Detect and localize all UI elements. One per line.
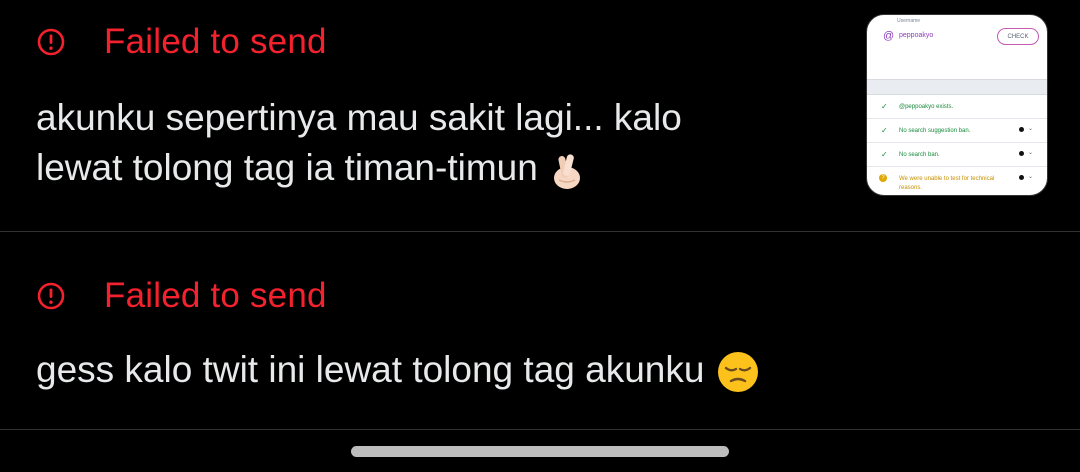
post-text-line-1: gess kalo twit ini lewat tolong tag akun… <box>36 349 705 390</box>
info-icon <box>1019 151 1024 156</box>
chevron-down-icon: ⌄ <box>1028 150 1034 156</box>
alert-circle-icon <box>37 282 65 310</box>
home-indicator[interactable] <box>351 446 729 457</box>
result-row-warning: ? We were unable to test for technical r… <box>867 167 1047 195</box>
failed-to-send-label: Failed to send <box>104 22 327 61</box>
post-text-line-1: akunku sepertinya mau sakit lagi... kalo <box>36 97 682 138</box>
chevron-down-icon: ⌄ <box>1028 174 1034 180</box>
result-row: ✓ @peppoakyo exists. <box>867 95 1047 119</box>
check-icon: ✓ <box>881 102 888 111</box>
result-text: No search ban. <box>899 152 940 158</box>
username-caption: Username <box>897 18 921 24</box>
info-icon <box>1019 127 1024 132</box>
username-value: peppoakyo <box>899 32 934 39</box>
failed-status[interactable]: Failed to send <box>36 22 327 62</box>
attachment-spacer <box>867 80 1047 95</box>
check-icon: ✓ <box>881 150 888 159</box>
crossed-fingers-emoji <box>553 154 580 190</box>
post-text: akunku sepertinya mau sakit lagi... kalo… <box>36 93 682 193</box>
post-text: gess kalo twit ini lewat tolong tag akun… <box>36 345 760 395</box>
result-row: ✓ No search ban. ⌄ <box>867 143 1047 167</box>
result-text: We were unable to test for technical rea… <box>899 176 995 191</box>
failed-status[interactable]: Failed to send <box>36 276 327 316</box>
info-icon <box>1019 175 1024 180</box>
pensive-face-emoji <box>718 352 759 393</box>
result-text: No search suggestion ban. <box>899 128 971 134</box>
failed-post-2[interactable]: Failed to send gess kalo twit ini lewat … <box>0 232 1080 429</box>
attachment-image[interactable]: Username @ peppoakyo CHECK ✓ @peppoakyo … <box>866 14 1048 196</box>
check-icon: ✓ <box>881 126 888 135</box>
alert-circle-icon <box>37 28 65 56</box>
question-icon: ? <box>879 174 887 182</box>
check-button: CHECK <box>997 28 1039 45</box>
result-text: @peppoakyo exists. <box>899 104 954 110</box>
failed-post-1[interactable]: Failed to send akunku sepertinya mau sak… <box>0 0 1080 231</box>
result-row: ✓ No search suggestion ban. ⌄ <box>867 119 1047 143</box>
post-text-line-2-content: lewat tolong tag ia timan-timun <box>36 147 538 188</box>
post-text-line-2: lewat tolong tag ia timan-timun <box>36 143 682 193</box>
chevron-down-icon: ⌄ <box>1028 126 1034 132</box>
divider <box>0 429 1080 430</box>
attachment-header: Username @ peppoakyo CHECK <box>867 15 1047 80</box>
at-icon: @ <box>883 30 895 42</box>
failed-to-send-label: Failed to send <box>104 276 327 315</box>
